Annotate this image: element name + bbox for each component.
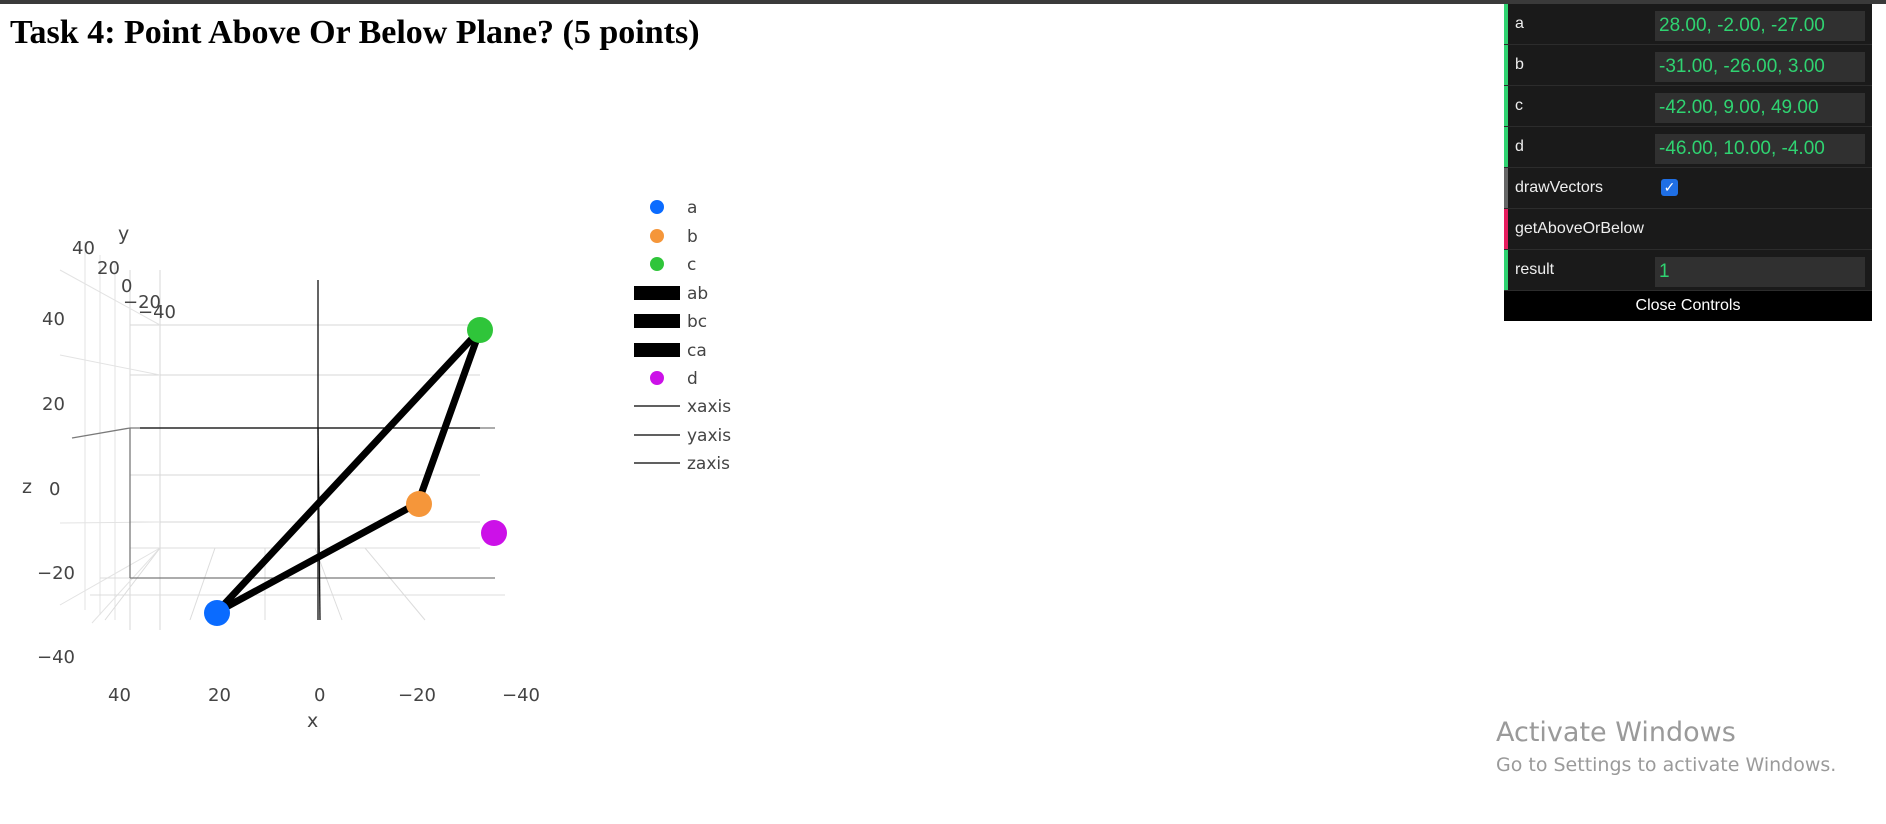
row-stripe: [1504, 168, 1508, 208]
control-result-label: result: [1515, 261, 1555, 278]
control-b: b -31.00, -26.00, 3.00: [1504, 45, 1872, 86]
point-a[interactable]: [204, 600, 230, 626]
legend-item-a[interactable]: a: [650, 198, 697, 218]
grid-floor: [90, 547, 505, 621]
x-tick-label: 20: [208, 685, 231, 706]
svg-text:ab: ab: [687, 284, 708, 304]
svg-text:d: d: [687, 369, 698, 389]
watermark-subtitle: Go to Settings to activate Windows.: [1496, 754, 1837, 776]
z-tick-label: 20: [42, 394, 65, 415]
svg-text:c: c: [687, 255, 696, 275]
svg-text:yaxis: yaxis: [687, 426, 731, 446]
svg-text:b: b: [687, 227, 698, 247]
control-d-input[interactable]: -46.00, 10.00, -4.00: [1655, 134, 1865, 164]
grid-back-wall: [129, 270, 480, 630]
x-tick-label: 0: [314, 685, 325, 706]
legend-item-xaxis[interactable]: xaxis: [634, 397, 731, 417]
legend-item-bc[interactable]: bc: [634, 312, 707, 332]
plot-canvas[interactable]: y 40 20 0 −20 −40 40 20 z 0 −20 −40 40 2…: [0, 150, 780, 824]
page-title: Task 4: Point Above Or Below Plane? (5 p…: [10, 14, 700, 51]
row-stripe: [1504, 45, 1508, 85]
row-stripe: [1504, 86, 1508, 126]
control-d-label: d: [1515, 138, 1524, 155]
y-axis-title: y: [118, 223, 129, 245]
point-d[interactable]: [481, 520, 507, 546]
triangle-edges: [213, 326, 484, 616]
close-controls-button[interactable]: Close Controls: [1504, 291, 1872, 321]
row-stripe: [1504, 127, 1508, 167]
legend-item-c[interactable]: c: [650, 255, 696, 275]
svg-text:xaxis: xaxis: [687, 397, 731, 417]
watermark-title: Activate Windows: [1496, 717, 1736, 748]
z-tick-label: 40: [42, 309, 65, 330]
point-c[interactable]: [467, 317, 493, 343]
legend-item-b[interactable]: b: [650, 227, 698, 247]
edge-bc: [414, 326, 484, 507]
get-above-or-below-button[interactable]: getAboveOrBelow: [1504, 209, 1872, 250]
edge-ca: [213, 326, 484, 616]
x-tick-label: −20: [398, 685, 436, 706]
control-b-label: b: [1515, 56, 1524, 73]
y-tick-label: 40: [72, 238, 95, 259]
drawvectors-checkbox[interactable]: ✓: [1661, 179, 1678, 196]
axis-traces: [140, 280, 480, 621]
control-a-input[interactable]: 28.00, -2.00, -27.00: [1655, 11, 1865, 41]
control-b-input[interactable]: -31.00, -26.00, 3.00: [1655, 52, 1865, 82]
row-stripe: [1504, 250, 1508, 290]
y-tick-label: 20: [97, 258, 120, 279]
x-axis-title: x: [307, 710, 318, 732]
3d-plot[interactable]: y 40 20 0 −20 −40 40 20 z 0 −20 −40 40 2…: [0, 150, 780, 824]
control-c-label: c: [1515, 97, 1523, 114]
activate-windows-watermark: Activate Windows Go to Settings to activ…: [1496, 717, 1836, 776]
control-c-input[interactable]: -42.00, 9.00, 49.00: [1655, 93, 1865, 123]
control-drawvectors: drawVectors ✓: [1504, 168, 1872, 209]
control-c: c -42.00, 9.00, 49.00: [1504, 86, 1872, 127]
x-tick-label: −40: [502, 685, 540, 706]
svg-text:zaxis: zaxis: [687, 454, 730, 474]
row-stripe: [1504, 209, 1508, 249]
control-a: a 28.00, -2.00, -27.00: [1504, 4, 1872, 45]
control-result: result 1: [1504, 250, 1872, 291]
z-tick-label: 0: [49, 479, 60, 500]
row-stripe: [1504, 4, 1508, 44]
point-b[interactable]: [406, 491, 432, 517]
y-tick-label: −40: [138, 302, 176, 323]
z-axis-title: z: [22, 476, 32, 498]
x-tick-label: 40: [108, 685, 131, 706]
z-tick-label: −20: [37, 563, 75, 584]
svg-text:a: a: [687, 198, 697, 218]
get-above-or-below-label: getAboveOrBelow: [1515, 220, 1644, 237]
legend-item-ab[interactable]: ab: [634, 284, 708, 304]
svg-text:ca: ca: [687, 341, 707, 361]
z-tick-label: −40: [37, 647, 75, 668]
controls-panel: a 28.00, -2.00, -27.00 b -31.00, -26.00,…: [1504, 4, 1872, 321]
control-d: d -46.00, 10.00, -4.00: [1504, 127, 1872, 168]
legend-item-zaxis[interactable]: zaxis: [634, 454, 730, 474]
svg-text:bc: bc: [687, 312, 707, 332]
control-a-label: a: [1515, 15, 1524, 32]
control-drawvectors-label: drawVectors: [1515, 179, 1604, 196]
legend-item-ca[interactable]: ca: [634, 341, 707, 361]
legend-item-yaxis[interactable]: yaxis: [634, 426, 731, 446]
legend[interactable]: a b c ab bc ca d xaxis yaxis zaxis: [634, 198, 731, 474]
legend-item-d[interactable]: d: [650, 369, 698, 389]
control-result-input[interactable]: 1: [1655, 257, 1865, 287]
